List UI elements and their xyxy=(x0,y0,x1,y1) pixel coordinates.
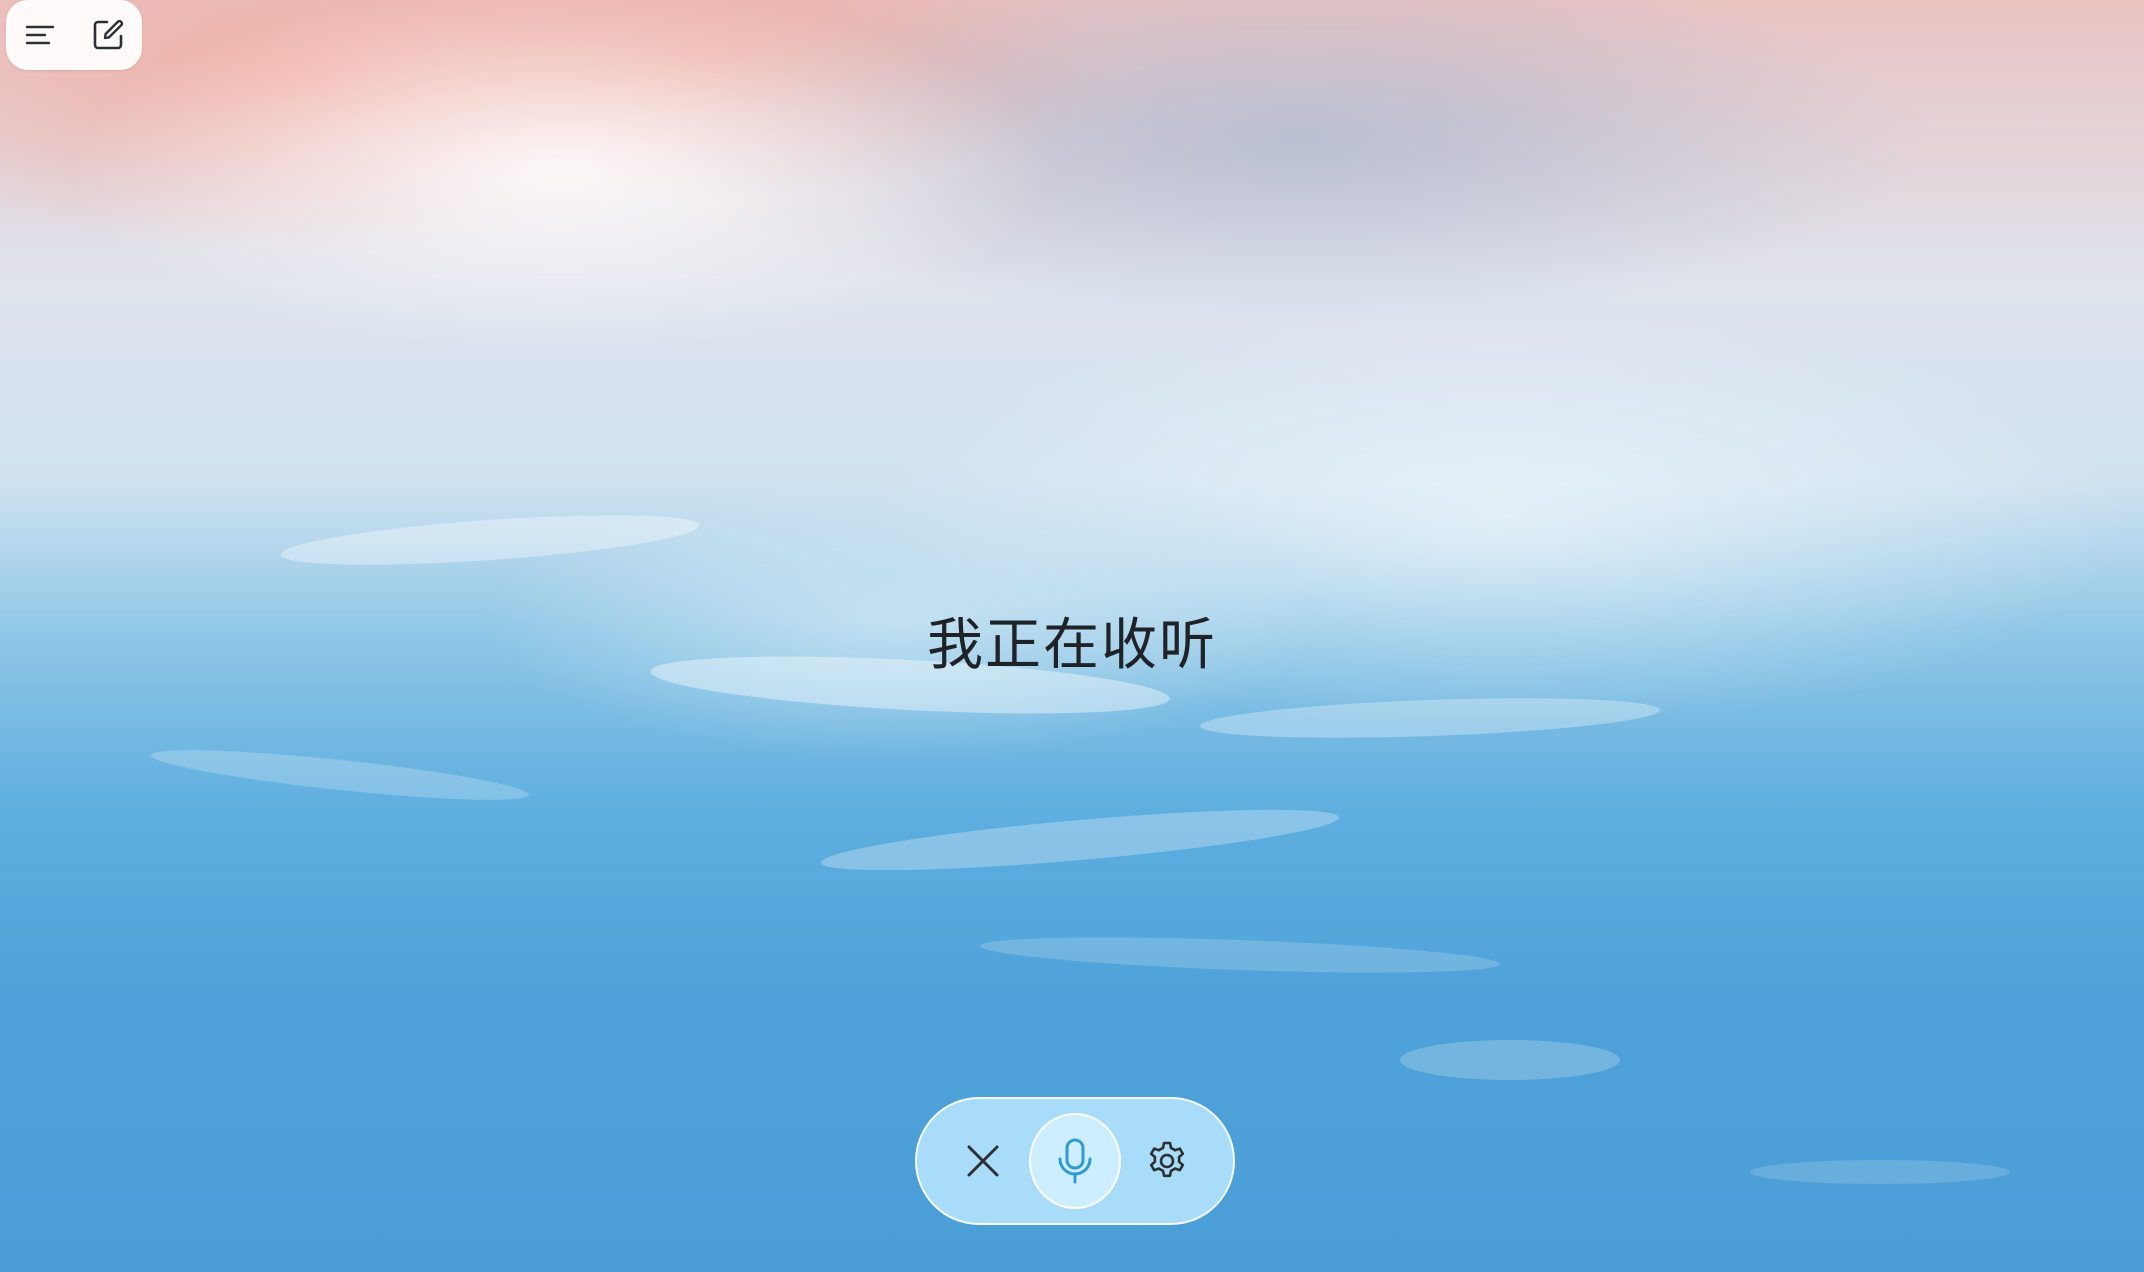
close-icon xyxy=(967,1145,999,1177)
voice-controls-bar xyxy=(915,1097,1235,1225)
menu-icon xyxy=(25,25,55,45)
water-ripple xyxy=(1400,1040,1620,1080)
edit-icon xyxy=(93,19,124,50)
gear-icon xyxy=(1149,1141,1185,1178)
close-button[interactable] xyxy=(937,1113,1029,1209)
top-toolbar xyxy=(6,0,142,70)
microphone-button[interactable] xyxy=(1028,1113,1122,1209)
microphone-icon xyxy=(1058,1138,1092,1184)
water-ripple xyxy=(819,797,1341,883)
water-ripple xyxy=(149,740,531,810)
menu-button[interactable] xyxy=(16,11,64,59)
water-ripple xyxy=(279,505,701,575)
water-ripple xyxy=(979,930,1501,980)
voice-mode-screen: 我正在收听 xyxy=(0,0,2144,1272)
settings-button[interactable] xyxy=(1121,1113,1213,1209)
water-ripple xyxy=(1199,691,1661,745)
listening-status-text: 我正在收听 xyxy=(927,613,1217,678)
water-ripple xyxy=(1750,1160,2010,1184)
new-chat-button[interactable] xyxy=(84,11,132,59)
